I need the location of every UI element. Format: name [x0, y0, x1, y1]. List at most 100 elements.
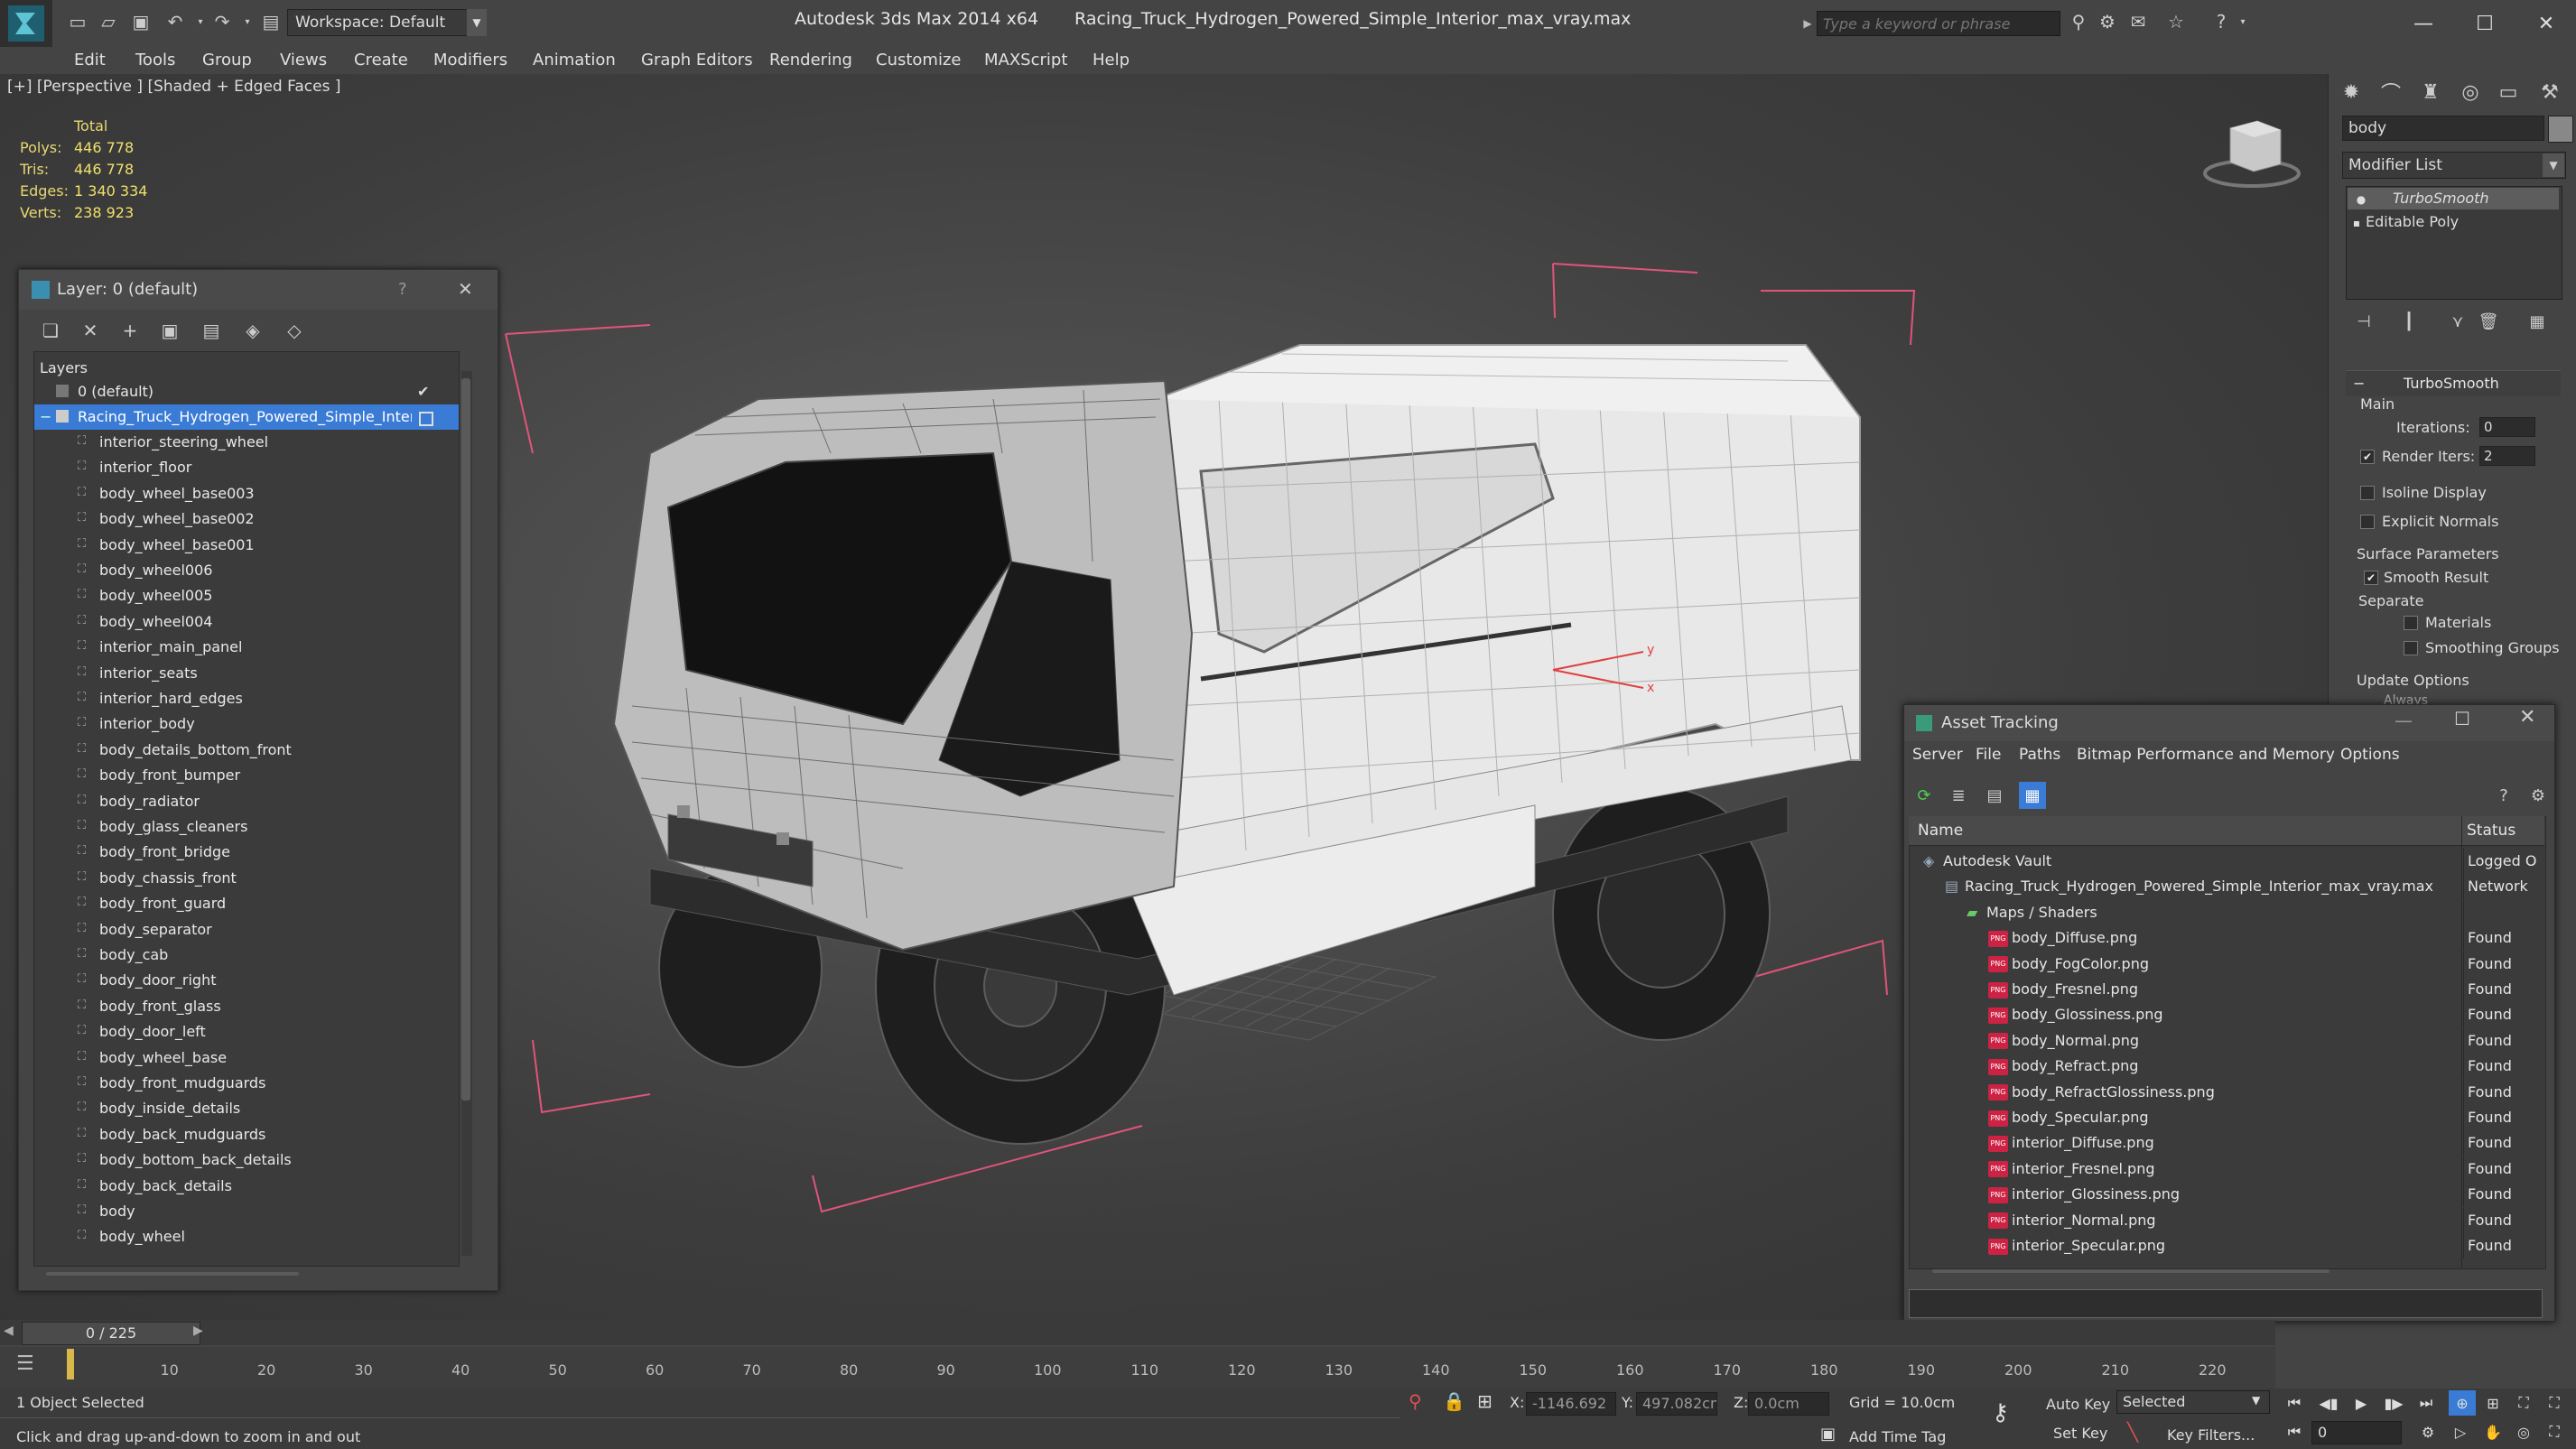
layer-object-row[interactable]: ⛶ body_door_right	[56, 968, 453, 993]
layer-row-racing-truck[interactable]: − Racing_Truck_Hydrogen_Powered_Simple_I…	[34, 404, 459, 430]
at-menu-options[interactable]: Options	[2340, 746, 2400, 764]
close-icon[interactable]: ✕	[2525, 7, 2568, 40]
workspace-dropdown[interactable]: Workspace: Default	[287, 9, 468, 36]
layer-object-row[interactable]: ⛶ interior_steering_wheel	[56, 430, 453, 455]
asset-row[interactable]: PNG body_Glossiness.png	[1911, 1002, 2543, 1027]
layer-object-row[interactable]: ⛶ body_back_details	[56, 1174, 453, 1199]
freeze-all-layers-icon[interactable]: ◇	[281, 317, 308, 344]
y-coord-field[interactable]: 497.082cm	[1636, 1392, 1717, 1416]
layer-object-row[interactable]: ⛶ body_wheel_base002	[56, 506, 453, 532]
asset-row[interactable]: PNG interior_Normal.png	[1911, 1208, 2543, 1233]
maximize-icon[interactable]: ☐	[2463, 7, 2506, 40]
iterations-spinner[interactable]: 0	[2479, 417, 2535, 437]
layer-object-row[interactable]: ⛶ interior_body	[56, 711, 453, 737]
rollout-collapse-icon[interactable]: −	[2346, 375, 2365, 392]
menu-tools[interactable]: Tools	[135, 47, 175, 74]
layer-object-row[interactable]: ⛶ body_chassis_front	[56, 866, 453, 891]
at-menu-bitmap-performance[interactable]: Bitmap Performance and Memory	[2077, 746, 2335, 764]
layer-hscrollbar[interactable]	[46, 1272, 299, 1276]
set-key-button[interactable]: Set Key	[2053, 1425, 2107, 1442]
stack-item-editable-poly[interactable]: ▪ Editable Poly	[2348, 211, 2559, 233]
asset-row[interactable]: ◈ Autodesk Vault	[1911, 849, 2543, 874]
layer-object-row[interactable]: ⛶ body_front_guard	[56, 891, 453, 916]
app-logo-icon[interactable]	[0, 0, 52, 47]
zoom-extents-icon[interactable]: ⛶	[2510, 1390, 2537, 1416]
layer-manager-titlebar[interactable]: Layer: 0 (default) ? ✕	[19, 270, 498, 310]
smoothing-groups-checkbox[interactable]	[2404, 641, 2418, 655]
modify-tab-icon[interactable]: ⌒	[2375, 76, 2407, 108]
undo-icon[interactable]: ↶	[163, 9, 188, 34]
time-tag-icon[interactable]: ▣	[1820, 1425, 1836, 1444]
project-folder-icon[interactable]: ▤	[258, 9, 284, 34]
viewport-label[interactable]: [+] [Perspective ] [Shaded + Edged Faces…	[7, 78, 340, 96]
object-name-field[interactable]: body	[2342, 116, 2544, 141]
current-frame-field[interactable]: 0	[2311, 1421, 2402, 1444]
collapse-icon[interactable]: −	[40, 404, 51, 430]
help-dropdown-icon[interactable]: ▾	[2230, 9, 2255, 34]
layer-object-row[interactable]: ⛶ body_front_glass	[56, 994, 453, 1019]
play-icon[interactable]: ▶	[2348, 1390, 2375, 1416]
time-prev-icon[interactable]: ◀	[4, 1324, 14, 1338]
layer-current-box-icon[interactable]	[419, 412, 433, 426]
zoom-extents-all-icon[interactable]: ⛶	[2541, 1390, 2568, 1416]
create-layer-icon[interactable]: ❏	[37, 317, 64, 344]
layer-object-row[interactable]: ⛶ body_cab	[56, 943, 453, 968]
select-objects-icon[interactable]: ▣	[156, 317, 183, 344]
redo-dropdown-icon[interactable]: ▾	[235, 9, 260, 34]
layer-object-row[interactable]: ⛶ interior_floor	[56, 455, 453, 480]
maximize-icon[interactable]: ☐	[2454, 708, 2470, 729]
object-color-swatch[interactable]	[2548, 116, 2573, 143]
layer-object-row[interactable]: ⛶ body_inside_details	[56, 1096, 453, 1121]
communication-icon[interactable]: ✉	[2125, 9, 2151, 34]
redo-icon[interactable]: ↷	[209, 9, 235, 34]
auto-key-button[interactable]: Auto Key	[2046, 1396, 2110, 1413]
detail-view-icon[interactable]: ▤	[1981, 782, 2008, 809]
time-config-icon[interactable]: ⚙	[2414, 1419, 2441, 1444]
settings-icon[interactable]: ⚙	[2525, 782, 2552, 809]
help-icon[interactable]: ?	[2490, 782, 2517, 809]
materials-checkbox[interactable]	[2404, 616, 2418, 630]
asset-row[interactable]: ▤ Racing_Truck_Hydrogen_Powered_Simple_In…	[1911, 874, 2543, 899]
at-menu-server[interactable]: Server	[1912, 746, 1963, 764]
maximize-viewport-icon[interactable]: ⛶	[2541, 1419, 2568, 1444]
subscription-icon[interactable]: ⚙	[2095, 9, 2120, 34]
key-filters-button[interactable]: Key Filters...	[2167, 1426, 2255, 1444]
menu-modifiers[interactable]: Modifiers	[433, 47, 507, 74]
explicit-normals-checkbox[interactable]	[2360, 515, 2375, 529]
menu-help[interactable]: Help	[1093, 47, 1130, 74]
zoom-all-icon[interactable]: ⊞	[2479, 1390, 2506, 1416]
layer-object-row[interactable]: ⛶ body_glass_cleaners	[56, 814, 453, 840]
layer-object-row[interactable]: ⛶ interior_hard_edges	[56, 686, 453, 711]
layer-scrollbar-thumb[interactable]	[461, 378, 470, 1101]
layer-object-row[interactable]: ⛶ interior_seats	[56, 661, 453, 686]
hide-all-layers-icon[interactable]: ◈	[239, 317, 266, 344]
close-icon[interactable]: ✕	[458, 278, 473, 300]
search-input[interactable]	[1817, 11, 2060, 36]
layer-object-row[interactable]: ⛶ body_bottom_back_details	[56, 1147, 453, 1173]
save-icon[interactable]: ▣	[128, 9, 153, 34]
isolate-selection-icon[interactable]: ⚲	[1409, 1390, 1422, 1412]
x-coord-field[interactable]: -1146.692	[1526, 1392, 1616, 1416]
stack-item-turbosmooth[interactable]: ● TurboSmooth	[2348, 188, 2559, 209]
layer-object-row[interactable]: ⛶ body_separator	[56, 917, 453, 943]
layer-object-row[interactable]: ⛶ body_front_bumper	[56, 763, 453, 788]
zoom-icon[interactable]: ⊕	[2449, 1390, 2476, 1416]
selection-lock-icon[interactable]: 🔒	[1443, 1390, 1465, 1412]
z-coord-field[interactable]: 0.0cm	[1748, 1392, 1829, 1416]
col-name-header[interactable]: Name	[1918, 822, 1963, 840]
layer-object-row[interactable]: ⛶ body_door_left	[56, 1019, 453, 1045]
current-frame-marker[interactable]	[67, 1349, 74, 1379]
open-file-icon[interactable]: ▱	[96, 9, 121, 34]
menu-animation[interactable]: Animation	[533, 47, 616, 74]
isoline-checkbox[interactable]	[2360, 486, 2375, 500]
key-set-dropdown[interactable]: Selected	[2116, 1390, 2270, 1414]
menu-edit[interactable]: Edit	[74, 47, 106, 74]
next-frame-icon[interactable]: ▮▶	[2380, 1390, 2407, 1416]
new-file-icon[interactable]: ▭	[65, 9, 90, 34]
display-tab-icon[interactable]: ▭	[2492, 76, 2525, 108]
pan-icon[interactable]: ✋	[2479, 1419, 2506, 1444]
motion-tab-icon[interactable]: ◎	[2454, 76, 2487, 108]
set-key-mode-icon[interactable]: ⚷	[1992, 1399, 2009, 1426]
layer-object-row[interactable]: ⛶ body_wheel_base003	[56, 481, 453, 506]
minimize-icon[interactable]: —	[2395, 710, 2413, 731]
